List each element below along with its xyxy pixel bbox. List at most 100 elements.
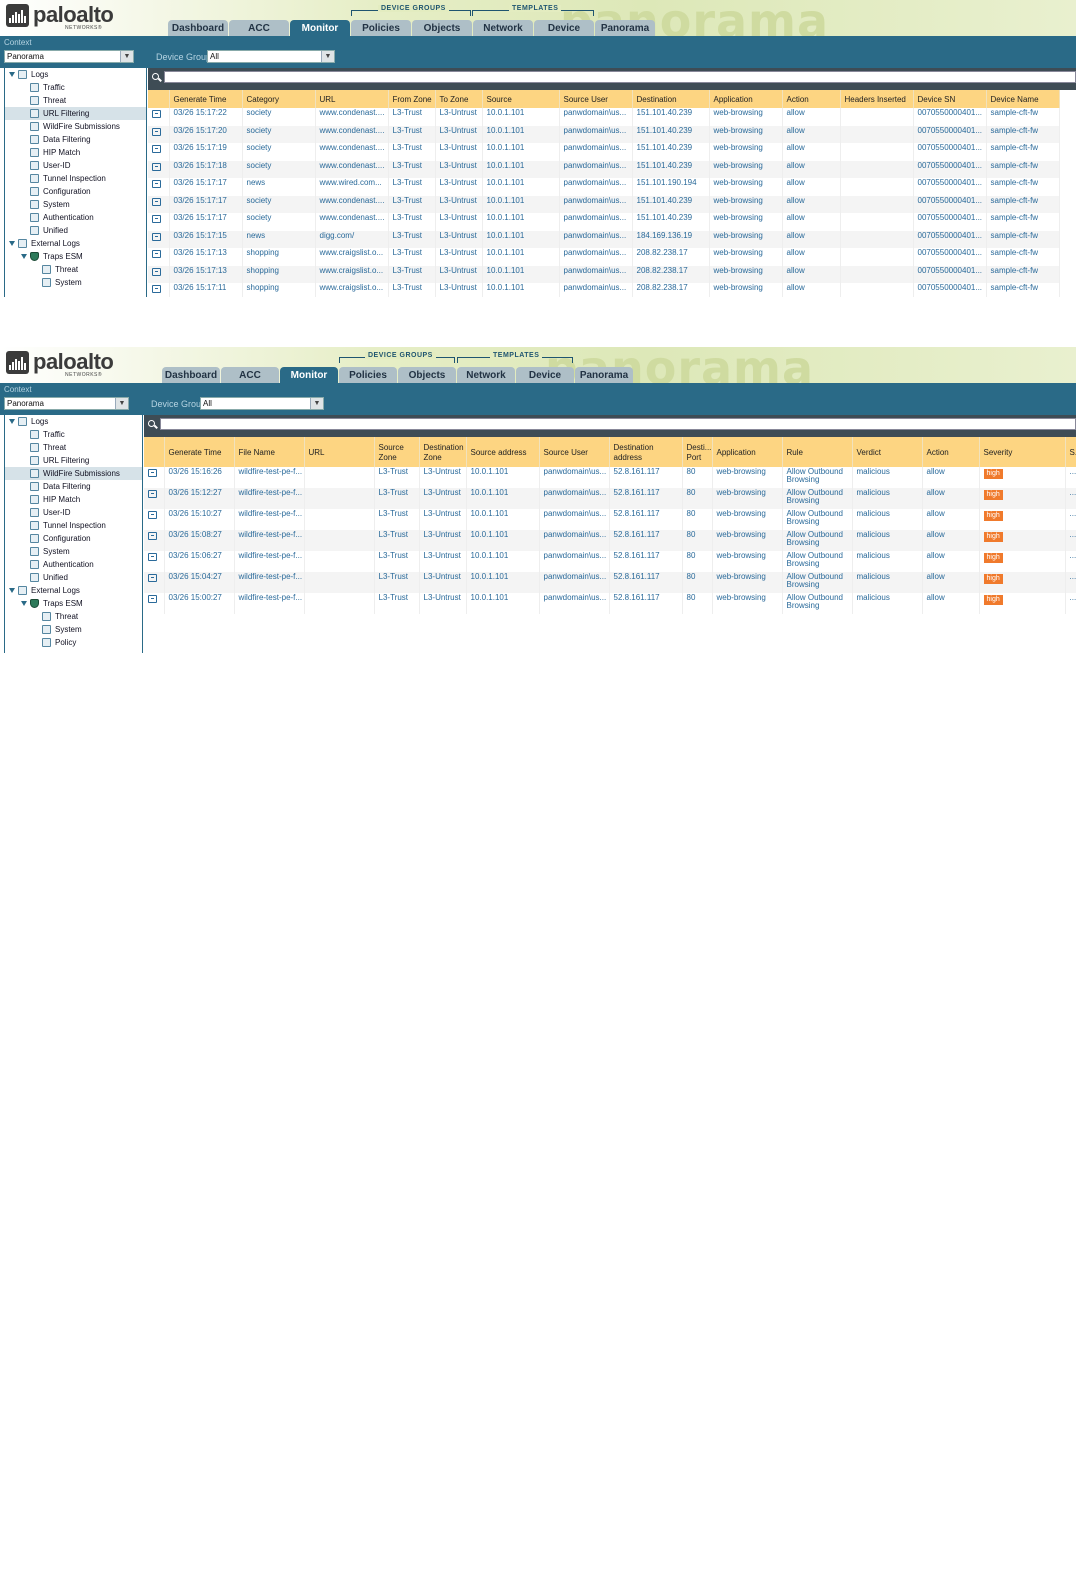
tab-acc[interactable]: ACC	[229, 20, 289, 36]
log-detail-icon[interactable]	[148, 490, 157, 498]
tree-item[interactable]: User-ID	[5, 159, 146, 172]
tab-policies[interactable]: Policies	[351, 20, 411, 36]
column-header[interactable]: File Name	[234, 437, 305, 467]
chevron-down-icon[interactable]: ▼	[310, 398, 323, 409]
log-detail-icon[interactable]	[148, 574, 157, 582]
tab-dashboard[interactable]: Dashboard	[168, 20, 228, 36]
table-row[interactable]: 03/26 15:00:27 wildfire-test-pe-f... L3-Tr…	[144, 593, 1076, 614]
table-row[interactable]: 03/26 15:17:20 society www.condenast.... L3…	[148, 125, 1060, 143]
context-select[interactable]: Panorama ▼	[4, 397, 129, 410]
tree-item[interactable]: Authentication	[5, 558, 142, 571]
table-row[interactable]: 03/26 15:04:27 wildfire-test-pe-f... L3-Tr…	[144, 572, 1076, 593]
tree-item[interactable]: Configuration	[5, 185, 146, 198]
column-header[interactable]: Source address	[466, 437, 540, 467]
log-detail-icon[interactable]	[152, 232, 161, 241]
tab-network[interactable]: Network	[457, 367, 515, 383]
column-header[interactable]: Category	[242, 90, 316, 108]
log-detail-icon[interactable]	[152, 197, 161, 206]
tree-item[interactable]: HIP Match	[5, 493, 142, 506]
tree-item[interactable]: URL Filtering	[5, 454, 142, 467]
tree-item[interactable]: Policy	[5, 636, 142, 649]
column-header[interactable]: Generate Time	[169, 90, 243, 108]
column-header[interactable]	[144, 437, 165, 467]
tab-objects[interactable]: Objects	[398, 367, 456, 383]
column-header[interactable]: Source User	[559, 90, 633, 108]
table-row[interactable]: 03/26 15:17:15 news digg.com/L3-Trust L3-Un…	[148, 230, 1060, 248]
expand-toggle-icon[interactable]	[9, 588, 15, 593]
log-detail-icon[interactable]	[148, 532, 157, 540]
column-header[interactable]: URL	[304, 437, 375, 467]
expand-toggle-icon[interactable]	[21, 601, 27, 606]
log-detail-icon[interactable]	[152, 250, 161, 258]
column-header[interactable]: Destination address	[609, 437, 683, 467]
table-row[interactable]: 03/26 15:10:27 wildfire-test-pe-f... L3-Tr…	[144, 509, 1076, 530]
log-detail-icon[interactable]	[152, 215, 161, 223]
device-group-select[interactable]: All ▼	[207, 50, 335, 63]
column-header[interactable]: Action	[922, 437, 980, 467]
column-header[interactable]: Headers Inserted	[840, 90, 914, 108]
tree-item[interactable]: External Logs	[5, 237, 146, 250]
chevron-down-icon[interactable]: ▼	[321, 51, 334, 62]
column-header[interactable]: Verdict	[852, 437, 923, 467]
filter-input[interactable]	[160, 418, 1076, 430]
log-detail-icon[interactable]	[152, 162, 161, 171]
column-header[interactable]: Source Zone	[374, 437, 420, 467]
search-icon[interactable]	[152, 73, 159, 80]
column-header[interactable]	[148, 90, 170, 108]
log-detail-icon[interactable]	[148, 511, 157, 519]
table-row[interactable]: 03/26 15:08:27 wildfire-test-pe-f... L3-Tr…	[144, 530, 1076, 551]
table-row[interactable]: 03/26 15:17:11 shopping www.craigslist.o..…	[148, 283, 1060, 297]
tree-item[interactable]: Authentication	[5, 211, 146, 224]
column-header[interactable]: Destination	[632, 90, 710, 108]
tree-item[interactable]: Configuration	[5, 532, 142, 545]
device-group-select[interactable]: All ▼	[200, 397, 324, 410]
column-header[interactable]: Severity	[979, 437, 1066, 467]
tree-item[interactable]: WildFire Submissions	[5, 120, 146, 133]
tree-item[interactable]: Traffic	[5, 428, 142, 441]
tree-item[interactable]: Threat	[5, 610, 142, 623]
tree-item[interactable]: Traffic	[5, 81, 146, 94]
column-header[interactable]: Device Name	[986, 90, 1060, 108]
column-header[interactable]: To Zone	[435, 90, 483, 108]
tree-item[interactable]: System	[5, 198, 146, 211]
column-header[interactable]: Device SN	[913, 90, 987, 108]
expand-toggle-icon[interactable]	[9, 419, 15, 424]
table-row[interactable]: 03/26 15:17:13 shopping www.craigslist.o..…	[148, 265, 1060, 283]
log-detail-icon[interactable]	[148, 553, 157, 561]
tab-panorama[interactable]: Panorama	[595, 20, 655, 36]
context-select[interactable]: Panorama ▼	[4, 50, 134, 63]
tree-item[interactable]: User-ID	[5, 506, 142, 519]
tree-item[interactable]: Tunnel Inspection	[5, 172, 146, 185]
tab-panorama[interactable]: Panorama	[575, 367, 633, 383]
tab-objects[interactable]: Objects	[412, 20, 472, 36]
log-detail-icon[interactable]	[152, 180, 161, 188]
tree-item[interactable]: External Logs	[5, 584, 142, 597]
tab-monitor[interactable]: Monitor	[290, 20, 350, 36]
table-row[interactable]: 03/26 15:17:19 society www.condenast.... L3…	[148, 143, 1060, 161]
tree-item[interactable]: Traps ESM	[5, 597, 142, 610]
column-header[interactable]: Application	[709, 90, 783, 108]
tab-device[interactable]: Device	[534, 20, 594, 36]
tree-item[interactable]: HIP Match	[5, 146, 146, 159]
log-detail-icon[interactable]	[148, 595, 157, 603]
tab-monitor[interactable]: Monitor	[280, 367, 338, 383]
table-row[interactable]: 03/26 15:17:17 society www.condenast.... L3…	[148, 195, 1060, 213]
column-header[interactable]: Application	[712, 437, 783, 467]
tree-item[interactable]: Traps ESM	[5, 250, 146, 263]
tree-item[interactable]: Tunnel Inspection	[5, 519, 142, 532]
table-row[interactable]: 03/26 15:06:27 wildfire-test-pe-f... L3-Tr…	[144, 551, 1076, 572]
table-row[interactable]: 03/26 15:17:22 society www.condenast.... L3…	[148, 108, 1060, 126]
expand-toggle-icon[interactable]	[9, 241, 15, 246]
search-icon[interactable]	[148, 420, 155, 427]
tab-acc[interactable]: ACC	[221, 367, 279, 383]
expand-toggle-icon[interactable]	[9, 72, 15, 77]
column-header[interactable]: From Zone	[388, 90, 436, 108]
tree-item[interactable]: Logs	[5, 68, 146, 81]
table-row[interactable]: 03/26 15:12:27 wildfire-test-pe-f... L3-Tr…	[144, 488, 1076, 509]
log-detail-icon[interactable]	[152, 267, 161, 276]
tree-item[interactable]: Unified	[5, 224, 146, 237]
column-header[interactable]: Source	[482, 90, 560, 108]
tree-item[interactable]: Threat	[5, 94, 146, 107]
tree-item[interactable]: Unified	[5, 571, 142, 584]
tree-item[interactable]: System	[5, 545, 142, 558]
